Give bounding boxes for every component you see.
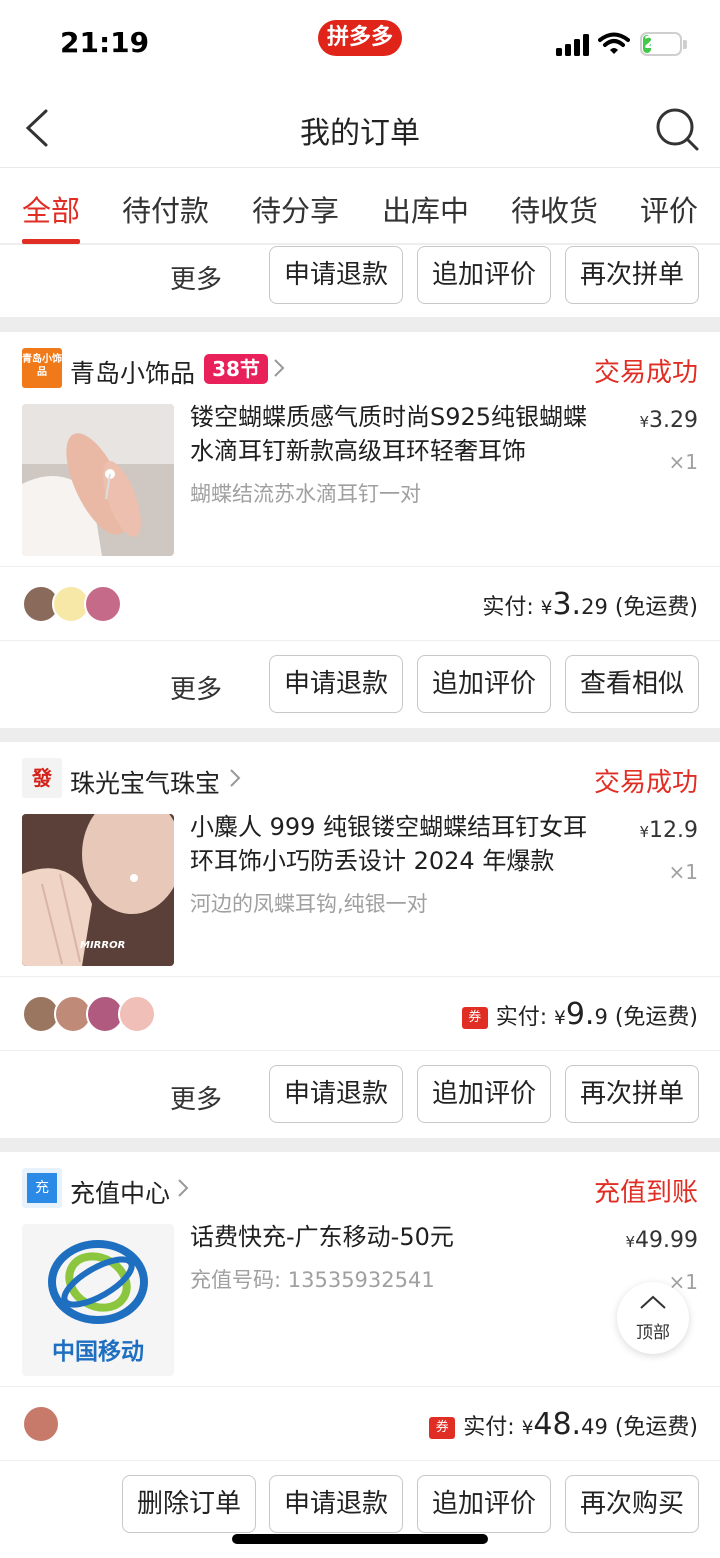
- payment-row: 实付: ¥3.29 (免运费): [0, 566, 720, 640]
- order-status: 交易成功: [593, 768, 698, 798]
- refund-button[interactable]: 申请退款: [269, 1475, 403, 1533]
- payment-row: 券实付: ¥9.9 (免运费): [0, 976, 720, 1050]
- product-title[interactable]: 小麋人 999 纯银镂空蝴蝶结耳钉女耳环耳饰小巧防丢设计 2024 年爆款: [190, 810, 610, 878]
- add-review-button[interactable]: 追加评价: [417, 655, 551, 713]
- product-image[interactable]: [22, 404, 174, 556]
- battery-level: 22: [644, 33, 668, 53]
- unit-price: ¥49.99: [625, 1228, 698, 1253]
- product-image[interactable]: MIRROR: [22, 814, 174, 966]
- add-review-button[interactable]: 追加评价: [417, 246, 551, 304]
- product-title[interactable]: 镂空蝴蝶质感气质时尚S925纯银蝴蝶水滴耳钉新款高级耳环轻奢耳饰: [190, 400, 610, 468]
- quantity: ×1: [668, 450, 698, 474]
- view-similar-button[interactable]: 查看相似: [565, 655, 699, 713]
- product-spec: 河边的凤蝶耳钩,纯银一对: [190, 892, 428, 916]
- avatar: [84, 585, 122, 623]
- product-spec: 蝴蝶结流苏水滴耳钉一对: [190, 482, 421, 506]
- status-bar: 21:19 拼多多 22: [0, 0, 720, 88]
- battery-icon: 22: [640, 32, 688, 58]
- app-logo: 拼多多: [318, 20, 402, 56]
- add-review-button[interactable]: 追加评价: [417, 1065, 551, 1123]
- shop-logo: 充: [22, 1168, 62, 1208]
- add-review-button[interactable]: 追加评价: [417, 1475, 551, 1533]
- chevron-right-icon: [230, 769, 241, 787]
- order-actions: 更多 申请退款 追加评价 再次拼单: [0, 1050, 720, 1138]
- chevron-up-icon: [640, 1295, 666, 1309]
- china-mobile-logo-text: 中国移动: [52, 1339, 144, 1365]
- shop-logo: 發: [22, 758, 62, 798]
- festival-badge: 38节: [204, 354, 268, 384]
- refund-button[interactable]: 申请退款: [269, 246, 403, 304]
- product-title[interactable]: 话费快充-广东移动-50元: [190, 1220, 610, 1254]
- product-image-watermark: MIRROR: [80, 940, 126, 951]
- tab-shipping-out[interactable]: 出库中: [382, 188, 469, 230]
- chevron-right-icon: [274, 359, 285, 377]
- product-image[interactable]: 中国移动: [22, 1224, 174, 1376]
- tab-all[interactable]: 全部: [22, 188, 80, 230]
- unit-price: ¥12.9: [639, 818, 698, 843]
- page-title: 我的订单: [300, 116, 420, 151]
- signal-icon: [556, 34, 589, 56]
- paid-amount: 实付: ¥3.29 (免运费): [482, 587, 698, 622]
- product-spec: 充值号码: 13535932541: [190, 1268, 435, 1292]
- paid-amount: 券实付: ¥48.49 (免运费): [429, 1407, 698, 1442]
- more-button[interactable]: 更多: [170, 259, 222, 296]
- order-card: 青岛小饰品 青岛小饰品 38节 交易成功 镂空蝴蝶质感气质时尚S925纯银蝴蝶水…: [0, 332, 720, 728]
- shop-name[interactable]: 青岛小饰品: [70, 354, 195, 390]
- payment-row: 券实付: ¥48.49 (免运费): [0, 1386, 720, 1460]
- avatar: [118, 995, 156, 1033]
- back-to-top-label: 顶部: [636, 1323, 670, 1343]
- shop-logo: 青岛小饰品: [22, 348, 62, 388]
- reorder-button[interactable]: 再次拼单: [565, 246, 699, 304]
- order-status: 充值到账: [593, 1178, 698, 1208]
- paid-amount: 券实付: ¥9.9 (免运费): [461, 997, 698, 1032]
- avatar: [22, 1405, 60, 1443]
- coupon-icon: 券: [461, 1007, 488, 1029]
- nav-bar: 我的订单: [0, 88, 720, 168]
- more-button[interactable]: 更多: [170, 1079, 222, 1116]
- active-tab-indicator: [22, 239, 80, 244]
- more-button[interactable]: 更多: [170, 669, 222, 706]
- coupon-icon: 券: [429, 1417, 456, 1439]
- shop-name[interactable]: 珠光宝气珠宝: [70, 764, 220, 800]
- search-icon[interactable]: [654, 106, 700, 152]
- home-indicator: [232, 1534, 488, 1544]
- tab-review[interactable]: 评价: [640, 188, 698, 230]
- tab-pending-receipt[interactable]: 待收货: [511, 188, 598, 230]
- quantity: ×1: [668, 860, 698, 884]
- wifi-icon: [598, 32, 630, 54]
- order-status: 交易成功: [593, 358, 698, 388]
- order-card: 充 充值中心 充值到账 中国移动 话费快充-广东移动-50元 充值号码: 135…: [0, 1152, 720, 1558]
- order-card: 發 珠光宝气珠宝 交易成功 MIRROR 小麋人 999 纯银镂空蝴蝶结耳钉女耳…: [0, 742, 720, 1138]
- order-card-partial: 更多 申请退款 追加评价 再次拼单: [0, 245, 720, 317]
- back-to-top-button[interactable]: 顶部: [617, 1282, 689, 1354]
- tab-pending-share[interactable]: 待分享: [252, 188, 339, 230]
- order-tabs: 全部 待付款 待分享 出库中 待收货 评价: [0, 168, 720, 244]
- unit-price: ¥3.29: [639, 408, 698, 433]
- refund-button[interactable]: 申请退款: [269, 655, 403, 713]
- delete-order-button[interactable]: 删除订单: [122, 1475, 256, 1533]
- tab-pending-payment[interactable]: 待付款: [122, 188, 209, 230]
- refund-button[interactable]: 申请退款: [269, 1065, 403, 1123]
- chevron-right-icon: [178, 1179, 189, 1197]
- buy-again-button[interactable]: 再次购买: [565, 1475, 699, 1533]
- reorder-button[interactable]: 再次拼单: [565, 1065, 699, 1123]
- status-time: 21:19: [60, 26, 150, 59]
- shop-name[interactable]: 充值中心: [70, 1174, 170, 1210]
- order-actions: 更多 申请退款 追加评价 查看相似: [0, 640, 720, 728]
